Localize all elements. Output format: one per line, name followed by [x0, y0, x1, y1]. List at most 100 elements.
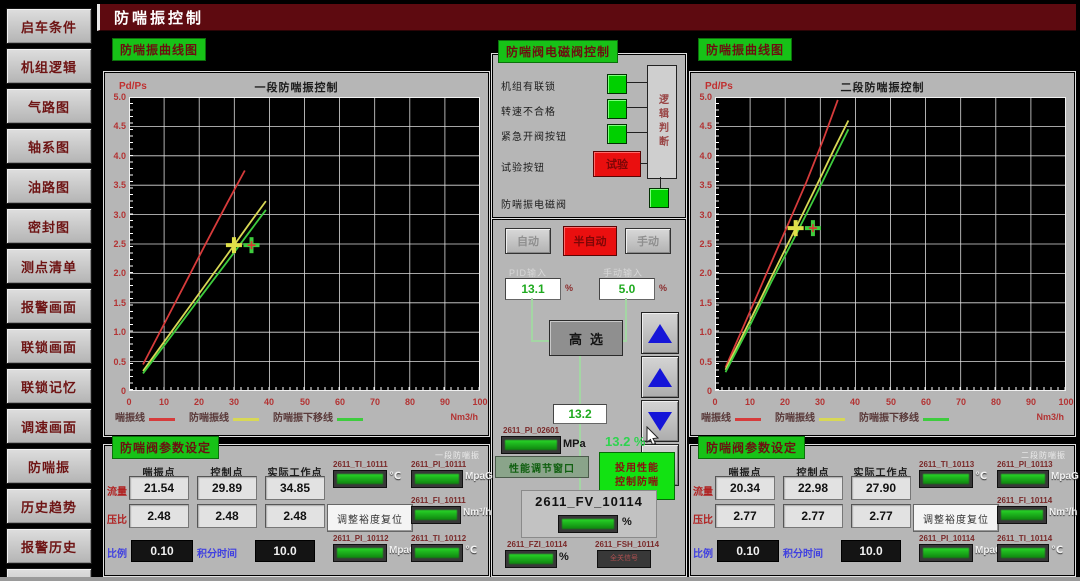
tag-2611_PI_10112: 2611_PI_10112	[333, 534, 389, 543]
unit-label: ℃	[389, 471, 401, 482]
sidebar-item-3[interactable]: 轴系图	[6, 128, 92, 164]
signal-line	[625, 298, 627, 342]
manual-input-field[interactable]: 5.0	[599, 278, 655, 300]
fv-unit: %	[622, 516, 632, 528]
legend-item: 喘振线	[115, 409, 175, 424]
fsh-status-display: 全关信号	[597, 550, 651, 568]
ratio-row-label: 压比	[107, 511, 127, 526]
x-tick-label: 20	[775, 397, 795, 407]
increase-button[interactable]	[641, 356, 679, 398]
flow-value-field[interactable]: 22.98	[783, 476, 843, 500]
fv-value-display	[558, 515, 618, 533]
performance-window-button[interactable]: 性能调节窗口	[495, 456, 589, 478]
integral-field[interactable]: 10.0	[841, 540, 901, 562]
x-tick-label: 20	[189, 397, 209, 407]
chart-legend: 喘振线防喘振线防喘振下移线Nm3/h	[115, 409, 478, 424]
fv-output-box: 2611_FV_10114 %	[521, 490, 657, 538]
sidebar-item-4[interactable]: 油路图	[6, 168, 92, 204]
tag-2611_PI_10114: 2611_PI_10114	[919, 534, 975, 543]
sidebar-item-6[interactable]: 测点清单	[6, 248, 92, 284]
y-tick-label: 1.5	[691, 298, 712, 308]
pid-input-field[interactable]: 13.1	[505, 278, 561, 300]
solenoid-valve-label: 防喘振电磁阀	[501, 196, 567, 211]
ratio-value-field[interactable]: 2.48	[197, 504, 257, 528]
y-tick-label: 0	[105, 386, 126, 396]
tag-2611_TI_10111: 2611_TI_10111	[333, 460, 388, 469]
proportional-field[interactable]: 0.10	[131, 540, 193, 562]
emergency-open-indicator	[607, 124, 627, 144]
tag-2611_FI_10111: 2611_FI_10111	[411, 496, 466, 505]
unit-label: Nm³/h	[1049, 507, 1077, 518]
value-display	[411, 506, 461, 524]
x-tick-label: 10	[740, 397, 760, 407]
flow-value-field[interactable]: 27.90	[851, 476, 911, 500]
sidebar-item-12[interactable]: 历史趋势	[6, 488, 92, 524]
flow-value-field[interactable]: 20.34	[715, 476, 775, 500]
value-display	[919, 470, 973, 488]
test-button[interactable]: 试验	[593, 151, 641, 177]
chart-title: 一段防喘振控制	[105, 79, 488, 95]
sidebar-item-0[interactable]: 启车条件	[6, 8, 92, 44]
stage1-params-panel: 一段防喘振喘振点控制点实际工作点流量21.5429.8934.85压比2.482…	[104, 445, 489, 576]
sidebar-item-1[interactable]: 机组逻辑	[6, 48, 92, 84]
y-tick-label: 3.5	[105, 180, 126, 190]
ratio-value-field[interactable]: 2.77	[715, 504, 775, 528]
proportional-field[interactable]: 0.10	[717, 540, 779, 562]
y-tick-label: 4.5	[105, 121, 126, 131]
margin-reset-button[interactable]: 调整裕度复位	[327, 504, 413, 532]
ratio-value-field[interactable]: 2.48	[129, 504, 189, 528]
speed-indicator	[607, 99, 627, 119]
antisurge-control-panel: 自动 半自动 手动 PID输入 手动输入 13.1 % 5.0 % 高选 13.…	[492, 219, 686, 576]
flow-value-field[interactable]: 34.85	[265, 476, 325, 500]
sidebar-item-2[interactable]: 气路图	[6, 88, 92, 124]
x-tick-label: 0	[119, 397, 139, 407]
tag-2611_TI_10114: 2611_TI_10114	[997, 534, 1052, 543]
y-tick-label: 0	[691, 386, 712, 396]
sidebar-item-7[interactable]: 报警画面	[6, 288, 92, 324]
surge-map-plot	[129, 97, 480, 391]
sidebar-item-5[interactable]: 密封图	[6, 208, 92, 244]
output-setpoint-field[interactable]: 13.2	[553, 404, 607, 424]
x-tick-label: 30	[224, 397, 244, 407]
integral-field[interactable]: 10.0	[255, 540, 315, 562]
flow-value-field[interactable]: 29.89	[197, 476, 257, 500]
test-button-label: 试验按钮	[501, 159, 545, 174]
stage1-antisurge-chart-panel: 一段防喘振控制Pd/Ps 5.04.54.03.53.02.52.01.51.0…	[104, 72, 489, 436]
high-select-button[interactable]: 高选	[549, 320, 623, 356]
flow-value-field[interactable]: 21.54	[129, 476, 189, 500]
ratio-value-field[interactable]: 2.48	[265, 504, 325, 528]
sidebar-item-9[interactable]: 联锁记忆	[6, 368, 92, 404]
ratio-value-field[interactable]: 2.77	[783, 504, 843, 528]
increase-fast-button[interactable]	[641, 312, 679, 354]
pi-tag-name: 2611_PI_02601	[503, 426, 559, 435]
pid-input-unit: %	[565, 283, 573, 293]
semi-auto-mode-button[interactable]: 半自动	[563, 226, 617, 256]
fsh-tag-name: 2611_FSH_10114	[595, 540, 659, 549]
y-tick-label: 2.5	[105, 239, 126, 249]
ratio-value-field[interactable]: 2.77	[851, 504, 911, 528]
screen-bottom-edge	[0, 577, 1080, 581]
sidebar-item-8[interactable]: 联锁画面	[6, 328, 92, 364]
margin-reset-button[interactable]: 调整裕度复位	[913, 504, 999, 532]
y-tick-label: 3.0	[691, 210, 712, 220]
sidebar-item-11[interactable]: 防喘振	[6, 448, 92, 484]
signal-line	[531, 298, 533, 342]
right-params-section-label: 防喘阀参数设定	[698, 436, 805, 459]
tag-2611_TI_10112: 2611_TI_10112	[411, 534, 466, 543]
sidebar-item-13[interactable]: 报警历史	[6, 528, 92, 564]
surge-map-plot	[715, 97, 1066, 391]
output-percent-readout: 13.2 %	[605, 434, 645, 449]
solenoid-panel: 机组有联锁 转速不合格 紧急开阀按钮 试验按钮 试验 逻辑判断 防喘振电磁阀	[492, 54, 686, 218]
stage2-params-panel: 二段防喘振喘振点控制点实际工作点流量20.3422.9827.90压比2.772…	[690, 445, 1075, 576]
y-axis-label: Pd/Ps	[119, 81, 147, 92]
sidebar-item-10[interactable]: 调速画面	[6, 408, 92, 444]
y-tick-label: 0.5	[105, 357, 126, 367]
y-tick-label: 2.5	[691, 239, 712, 249]
auto-mode-button[interactable]: 自动	[505, 228, 551, 254]
x-tick-label: 60	[330, 397, 350, 407]
value-display	[919, 544, 973, 562]
legend-item: 防喘振下移线	[859, 409, 949, 424]
y-tick-label: 0.5	[691, 357, 712, 367]
arrow-up-icon	[648, 324, 672, 343]
manual-mode-button[interactable]: 手动	[625, 228, 671, 254]
